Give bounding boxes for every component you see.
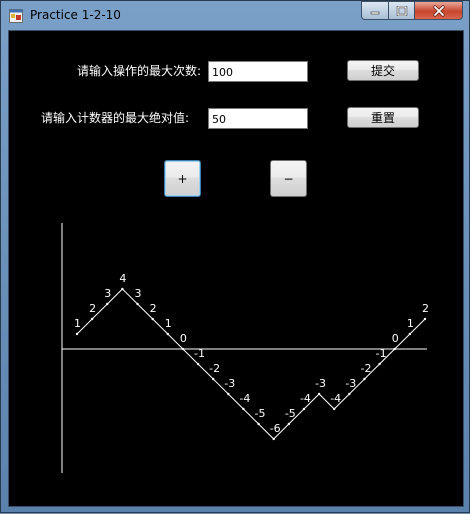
counter-point bbox=[106, 302, 109, 306]
counter-point bbox=[302, 407, 306, 411]
counter-point bbox=[90, 317, 94, 321]
counter-label: -3 bbox=[315, 377, 326, 390]
counter-label: 2 bbox=[150, 302, 157, 315]
counter-point bbox=[393, 347, 396, 351]
counter-point bbox=[408, 332, 412, 336]
counter-label: -6 bbox=[270, 422, 281, 435]
counter-label: -5 bbox=[285, 407, 296, 420]
counter-label: -1 bbox=[376, 347, 387, 360]
counter-point bbox=[211, 377, 215, 381]
counter-point bbox=[227, 392, 230, 396]
app-window: Practice 1-2-10 请输入操作的最大次数: 提交 请输入计数器的最大… bbox=[0, 0, 470, 513]
counter-point bbox=[166, 332, 169, 336]
counter-label: -3 bbox=[224, 377, 235, 390]
counter-label: -2 bbox=[209, 362, 220, 375]
counter-point bbox=[121, 287, 124, 291]
counter-label: 2 bbox=[422, 302, 429, 315]
counter-label: -4 bbox=[330, 392, 341, 405]
counter-point bbox=[378, 362, 381, 366]
counter-point bbox=[423, 317, 427, 321]
counter-point bbox=[257, 422, 260, 426]
counter-label: -4 bbox=[300, 392, 311, 405]
counter-point bbox=[181, 347, 185, 351]
counter-label: 3 bbox=[104, 287, 111, 300]
counter-point bbox=[75, 332, 79, 336]
counter-point bbox=[317, 392, 321, 396]
counter-point bbox=[136, 302, 139, 306]
counter-label: -4 bbox=[239, 392, 250, 405]
counter-line bbox=[76, 288, 426, 440]
counter-point bbox=[333, 407, 336, 411]
counter-label: -2 bbox=[360, 362, 371, 375]
counter-label: -3 bbox=[345, 377, 356, 390]
counter-label: 1 bbox=[165, 317, 172, 330]
counter-point bbox=[151, 317, 154, 321]
counter-point bbox=[272, 437, 275, 441]
counter-point bbox=[196, 362, 200, 366]
counter-label: 1 bbox=[74, 317, 81, 330]
counter-label: 0 bbox=[180, 332, 187, 345]
counter-point bbox=[348, 392, 351, 396]
counter-label: 3 bbox=[135, 287, 142, 300]
counter-label: 0 bbox=[392, 332, 399, 345]
counter-point bbox=[363, 377, 366, 381]
counter-point bbox=[287, 422, 291, 426]
counter-label: -5 bbox=[255, 407, 266, 420]
counter-label: -1 bbox=[194, 347, 205, 360]
counter-label: 4 bbox=[119, 272, 126, 285]
counter-point bbox=[242, 407, 245, 411]
counter-graph: 12343210-1-2-3-4-5-6-5-4-3-4-3-2-1012 bbox=[61, 223, 429, 473]
counter-label: 2 bbox=[89, 302, 96, 315]
counter-label: 1 bbox=[407, 317, 414, 330]
